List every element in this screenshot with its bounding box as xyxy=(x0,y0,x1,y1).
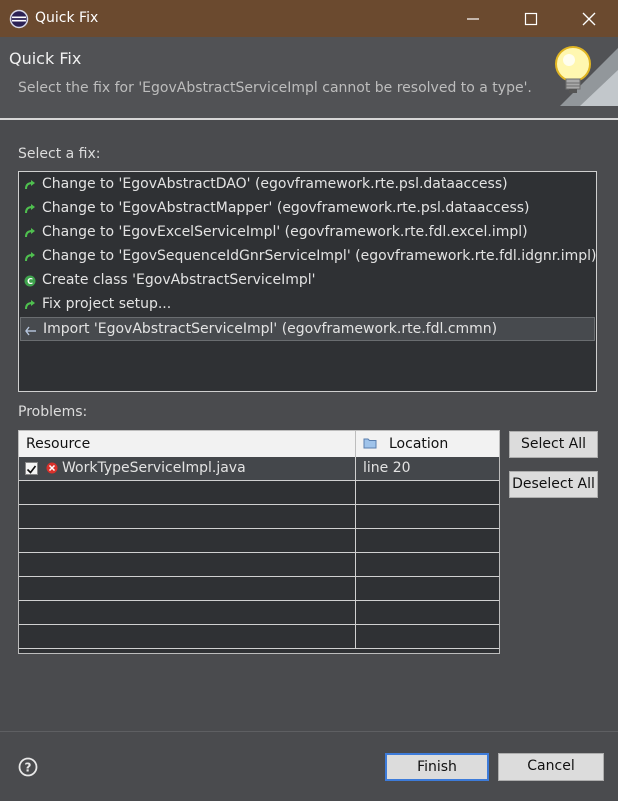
deselect-all-button[interactable]: Deselect All xyxy=(509,471,598,498)
problems-label: Problems: xyxy=(18,404,88,420)
page-title: Quick Fix xyxy=(9,49,82,68)
folder-icon xyxy=(363,438,377,449)
change-arrow-icon xyxy=(25,252,35,262)
select-fix-label: Select a fix: xyxy=(18,146,101,162)
column-header-resource[interactable]: Resource xyxy=(19,431,356,457)
import-icon xyxy=(25,326,36,336)
table-row-empty xyxy=(19,505,499,529)
table-row-empty xyxy=(19,529,499,553)
select-all-label: Select All xyxy=(521,436,586,452)
table-row-empty xyxy=(19,577,499,601)
table-row-empty xyxy=(19,601,499,625)
fix-item-label: Fix project setup... xyxy=(42,296,172,312)
change-arrow-icon xyxy=(25,180,35,190)
checkmark-icon xyxy=(26,465,37,474)
fix-item-create-class[interactable]: C Create class 'EgovAbstractServiceImpl' xyxy=(20,269,595,293)
minimize-button[interactable] xyxy=(444,0,502,37)
dialog-header: Quick Fix Select the fix for 'EgovAbstra… xyxy=(0,37,618,119)
fix-item-project-setup[interactable]: Fix project setup... xyxy=(20,293,595,317)
fix-item-label: Import 'EgovAbstractServiceImpl' (egovfr… xyxy=(43,321,498,337)
svg-text:C: C xyxy=(27,277,33,286)
fix-list[interactable]: Change to 'EgovAbstractDAO' (egovframewo… xyxy=(18,171,597,392)
table-row-empty xyxy=(19,625,499,649)
fix-item-label: Change to 'EgovSequenceIdGnrServiceImpl'… xyxy=(42,248,597,264)
help-icon[interactable]: ? xyxy=(18,757,38,777)
cancel-button[interactable]: Cancel xyxy=(498,753,604,781)
change-arrow-icon xyxy=(25,228,35,238)
location-cell: line 20 xyxy=(363,460,411,476)
finish-label: Finish xyxy=(417,759,457,775)
cancel-label: Cancel xyxy=(527,758,575,774)
fix-item-change-excel-service[interactable]: Change to 'EgovExcelServiceImpl' (egovfr… xyxy=(20,221,595,245)
change-arrow-icon xyxy=(25,204,35,214)
fix-item-label: Change to 'EgovAbstractMapper' (egovfram… xyxy=(42,200,530,216)
title-bar: Quick Fix xyxy=(0,0,618,37)
select-all-button[interactable]: Select All xyxy=(509,431,598,458)
header-message: Select the fix for 'EgovAbstractServiceI… xyxy=(18,80,532,96)
create-class-icon: C xyxy=(24,275,36,287)
error-icon xyxy=(46,462,58,474)
window-title: Quick Fix xyxy=(35,10,99,26)
row-checkbox[interactable] xyxy=(25,462,38,475)
table-row[interactable]: WorkTypeServiceImpl.java line 20 xyxy=(19,457,499,481)
finish-button[interactable]: Finish xyxy=(385,753,489,781)
fix-item-change-sequence-id[interactable]: Change to 'EgovSequenceIdGnrServiceImpl'… xyxy=(20,245,597,269)
svg-text:?: ? xyxy=(25,761,32,775)
header-divider xyxy=(0,118,618,120)
fix-item-label: Change to 'EgovAbstractDAO' (egovframewo… xyxy=(42,176,508,192)
fix-item-import[interactable]: Import 'EgovAbstractServiceImpl' (egovfr… xyxy=(20,317,595,341)
problems-table[interactable]: Resource Location WorkTypeServiceImpl.ja… xyxy=(18,430,500,654)
fix-item-change-abstract-mapper[interactable]: Change to 'EgovAbstractMapper' (egovfram… xyxy=(20,197,595,221)
footer-divider xyxy=(0,731,618,732)
maximize-icon xyxy=(524,12,538,26)
minimize-icon xyxy=(467,18,479,20)
fix-item-label: Change to 'EgovExcelServiceImpl' (egovfr… xyxy=(42,224,528,240)
column-header-label: Resource xyxy=(26,436,91,452)
eclipse-icon xyxy=(9,9,29,29)
fix-item-label: Create class 'EgovAbstractServiceImpl' xyxy=(42,272,316,288)
close-icon xyxy=(582,12,596,26)
table-row-empty xyxy=(19,481,499,505)
resource-cell: WorkTypeServiceImpl.java xyxy=(62,460,246,476)
fix-item-change-abstract-dao[interactable]: Change to 'EgovAbstractDAO' (egovframewo… xyxy=(20,173,595,197)
deselect-all-label: Deselect All xyxy=(512,476,595,492)
change-arrow-icon xyxy=(25,300,35,310)
maximize-button[interactable] xyxy=(502,0,560,37)
lightbulb-icon xyxy=(555,46,618,106)
table-row-empty xyxy=(19,553,499,577)
close-button[interactable] xyxy=(560,0,618,37)
column-header-label: Location xyxy=(389,436,449,452)
column-header-location[interactable]: Location xyxy=(356,431,499,457)
